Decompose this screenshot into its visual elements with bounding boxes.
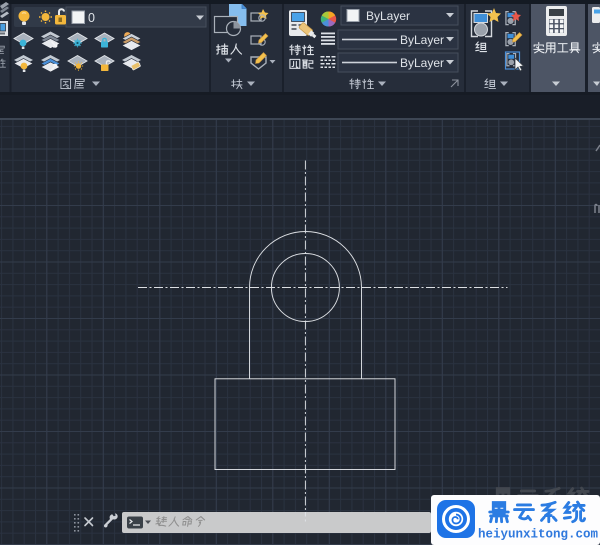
svg-text:heiyunxitong.com: heiyunxitong.com — [478, 528, 599, 542]
svg-text:ByLayer: ByLayer — [366, 9, 410, 23]
svg-text:ByLayer: ByLayer — [400, 33, 444, 47]
svg-text:0: 0 — [88, 11, 95, 25]
svg-text:ByLayer: ByLayer — [400, 56, 444, 70]
